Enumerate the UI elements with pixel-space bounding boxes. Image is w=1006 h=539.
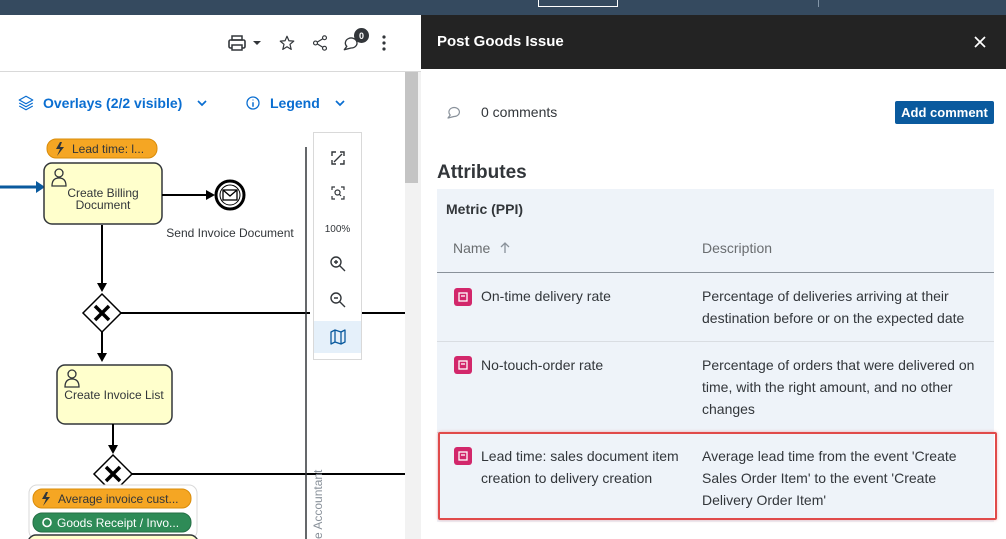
- map-icon: [329, 329, 346, 345]
- task-create-invoice-list-label: Create Invoice List: [64, 388, 164, 402]
- metric-table-title: Metric (PPI): [446, 201, 524, 217]
- star-icon: [279, 35, 295, 50]
- zoom-to-selection-button[interactable]: [314, 177, 361, 209]
- comments-count: 0 comments: [481, 104, 558, 120]
- close-icon: [974, 36, 986, 48]
- zoom-selection-icon: [330, 186, 345, 200]
- row-name: Lead time: sales document item creation …: [481, 448, 679, 486]
- row-description: Percentage of orders that were delivered…: [702, 357, 975, 417]
- zoom-level-button[interactable]: 100%: [314, 213, 361, 245]
- shell-top-bar: [0, 0, 1006, 15]
- comments-summary[interactable]: 0 comments: [445, 103, 557, 121]
- metrics-table: Metric (PPI) Name Description On-time de…: [437, 189, 994, 522]
- process-diagram-pane: 0 Overlays (2/2 visible) Legend Lead tim…: [0, 15, 421, 539]
- row-description: Average lead time from the event 'Create…: [702, 448, 957, 508]
- flow-to-send-invoice: [162, 190, 215, 200]
- average-invoice-chip[interactable]: Average invoice cust...: [32, 488, 192, 509]
- more-icon: [382, 35, 386, 51]
- share-button[interactable]: [308, 31, 332, 55]
- comment-icon: [447, 106, 460, 119]
- panel-header: Post Goods Issue: [421, 15, 1006, 69]
- favorite-button[interactable]: [275, 31, 299, 55]
- info-icon: [246, 96, 260, 110]
- row-description: Percentage of deliveries arriving at the…: [702, 288, 965, 326]
- diagram-toolbar: 0: [0, 15, 421, 72]
- table-row-selected[interactable]: Lead time: sales document item creation …: [437, 433, 994, 522]
- comments-button[interactable]: 0: [339, 28, 369, 55]
- row-name: No-touch-order rate: [481, 357, 604, 373]
- chevron-down-icon: [335, 100, 345, 107]
- panel-title: Post Goods Issue: [437, 33, 564, 50]
- comment-count-badge: 0: [354, 28, 369, 43]
- lead-time-chip-label: Lead time: l...: [72, 142, 144, 156]
- overlays-dropdown[interactable]: Overlays (2/2 visible): [17, 94, 208, 112]
- print-menu-button[interactable]: [224, 31, 264, 55]
- minimap-toggle-button[interactable]: [314, 321, 361, 353]
- column-header-name-label: Name: [453, 240, 491, 256]
- zoom-out-button[interactable]: [314, 284, 361, 316]
- layers-icon: [18, 95, 34, 111]
- printer-icon: [228, 35, 261, 51]
- shell-divider: [818, 0, 819, 7]
- ppi-icon: [454, 447, 472, 465]
- attributes-heading: Attributes: [437, 162, 527, 183]
- close-panel-button[interactable]: [969, 31, 991, 53]
- ppi-icon: [454, 356, 472, 374]
- task-sales-order-fulfillment[interactable]: [28, 534, 198, 539]
- send-invoice-label: Send Invoice Document: [166, 226, 294, 240]
- sort-ascending-icon: [500, 242, 510, 253]
- zoom-in-icon: [329, 256, 345, 272]
- shell-tab-frame[interactable]: [538, 0, 618, 7]
- goods-receipt-chip[interactable]: Goods Receipt / Invo...: [32, 512, 192, 533]
- expand-icon: [330, 151, 345, 165]
- zoom-toolbar: 100%: [313, 132, 362, 360]
- table-row[interactable]: On-time delivery rate Percentage of deli…: [437, 273, 994, 342]
- lane-label: e Accountant: [311, 469, 325, 539]
- column-header-description[interactable]: Description: [702, 240, 772, 256]
- overlays-bar: Overlays (2/2 visible) Legend: [0, 91, 405, 117]
- task-create-billing-document[interactable]: Create Billing Document: [43, 162, 163, 225]
- zoom-out-icon: [329, 292, 345, 308]
- task-create-billing-label-2: Document: [76, 198, 131, 212]
- chevron-down-icon: [197, 100, 207, 107]
- task-create-invoice-list[interactable]: Create Invoice List: [56, 364, 173, 425]
- lead-time-chip[interactable]: Lead time: l...: [46, 138, 158, 159]
- row-name: On-time delivery rate: [481, 288, 611, 304]
- overlay-chips-group: Average invoice cust... Goods Receipt / …: [28, 484, 198, 539]
- zoom-in-button[interactable]: [314, 248, 361, 280]
- add-comment-button[interactable]: Add comment: [895, 101, 994, 124]
- ppi-icon: [454, 288, 472, 306]
- share-icon: [312, 35, 328, 51]
- details-panel: Post Goods Issue 0 comments Add comment …: [421, 15, 1006, 539]
- table-row[interactable]: No-touch-order rate Percentage of orders…: [437, 342, 994, 433]
- scrollbar-thumb[interactable]: [405, 72, 418, 183]
- legend-label: Legend: [270, 95, 320, 111]
- exclusive-gateway-1[interactable]: [81, 292, 123, 334]
- more-button[interactable]: [372, 31, 396, 55]
- fit-to-screen-button[interactable]: [314, 142, 361, 174]
- goods-receipt-chip-label: Goods Receipt / Invo...: [57, 516, 179, 530]
- incoming-flow: [0, 181, 45, 193]
- overlays-label: Overlays (2/2 visible): [43, 95, 183, 111]
- send-invoice-end-event[interactable]: [214, 179, 246, 211]
- average-invoice-chip-label: Average invoice cust...: [58, 492, 179, 506]
- legend-dropdown[interactable]: Legend: [244, 94, 346, 112]
- column-header-name[interactable]: Name: [453, 240, 510, 256]
